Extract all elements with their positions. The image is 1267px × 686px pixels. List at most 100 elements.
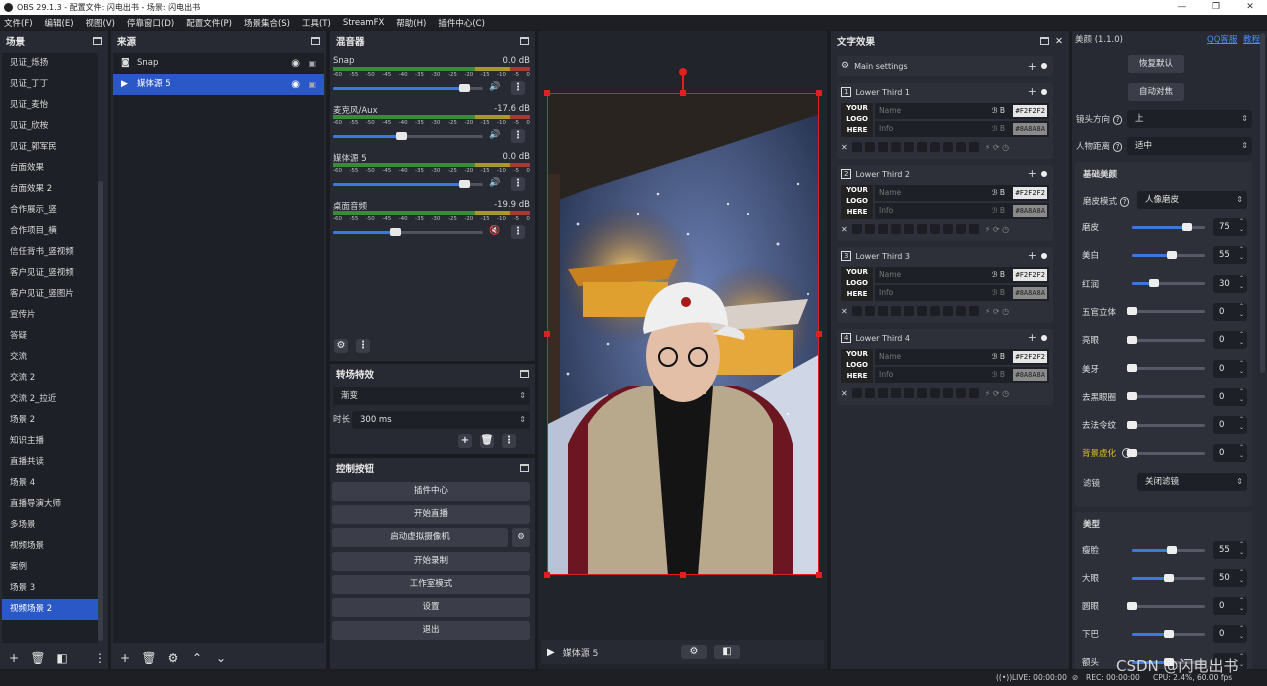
scene-item[interactable]: 多场景: [2, 515, 98, 536]
control-button[interactable]: 开始直播: [332, 505, 530, 524]
scene-item[interactable]: 客户见证_竖图片: [2, 284, 98, 305]
color-swatch[interactable]: #8A8A8A: [1013, 287, 1047, 299]
add-icon[interactable]: +: [1028, 331, 1037, 344]
style-slot[interactable]: [942, 142, 953, 152]
style-slot[interactable]: [955, 306, 966, 316]
style-slot[interactable]: [916, 306, 927, 316]
filter-select[interactable]: 关闭滤镜: [1137, 473, 1247, 491]
menu-item[interactable]: 工具(T): [302, 17, 331, 29]
transition-menu-button[interactable]: ⋮: [502, 434, 516, 448]
minimize-button[interactable]: —: [1165, 0, 1199, 15]
volume-knob[interactable]: [396, 132, 407, 140]
scene-item[interactable]: 见证_丁丁: [2, 74, 98, 95]
font-icons[interactable]: ℬ B: [992, 267, 1005, 283]
camera-direction-select[interactable]: 上: [1127, 110, 1252, 128]
style-slot[interactable]: [942, 224, 953, 234]
slider-value[interactable]: 0: [1213, 359, 1247, 378]
scene-item[interactable]: 见证_烁扬: [2, 53, 98, 74]
volume-slider[interactable]: [333, 180, 483, 188]
menu-item[interactable]: 插件中心(C): [438, 17, 485, 29]
name-input[interactable]: Name ℬ B #F2F2F2: [875, 349, 1049, 365]
auto-align-button[interactable]: 自动对焦: [1128, 83, 1184, 101]
style-slot[interactable]: [968, 388, 979, 398]
style-slot[interactable]: [955, 142, 966, 152]
font-icons[interactable]: ℬ B: [992, 349, 1005, 365]
slider-track[interactable]: [1127, 601, 1205, 610]
slider-track[interactable]: [1127, 420, 1205, 429]
volume-slider[interactable]: [333, 84, 483, 92]
style-slot[interactable]: [942, 388, 953, 398]
slider-value[interactable]: 0: [1213, 444, 1247, 463]
menu-item[interactable]: 编辑(E): [45, 17, 74, 29]
style-slot[interactable]: [942, 306, 953, 316]
volume-slider[interactable]: [333, 132, 483, 140]
qq-support-link[interactable]: QQ客服: [1207, 33, 1237, 45]
name-input[interactable]: Name ℬ B #F2F2F2: [875, 185, 1049, 201]
clear-icon[interactable]: ✕: [841, 143, 848, 152]
menu-item[interactable]: 文件(F): [4, 17, 33, 29]
info-input[interactable]: Info ℬ B #8A8A8A: [875, 121, 1049, 137]
font-icons[interactable]: ℬ B: [992, 203, 1005, 219]
float-icon[interactable]: [93, 37, 102, 45]
menu-item[interactable]: StreamFX: [343, 18, 384, 28]
float-icon[interactable]: [520, 464, 529, 472]
animation-icons[interactable]: ⚡ ⟳ ◷: [985, 307, 1009, 316]
main-settings-row[interactable]: ⚙ Main settings +: [837, 56, 1053, 76]
control-button[interactable]: 开始录制: [332, 552, 530, 571]
source-item[interactable]: ▶ 媒体源 5 ◉ ▣: [113, 74, 324, 95]
tutorial-link[interactable]: 教程: [1243, 33, 1260, 45]
slider-knob[interactable]: [1163, 573, 1174, 582]
slider-track[interactable]: [1127, 392, 1205, 401]
color-swatch[interactable]: #8A8A8A: [1013, 123, 1047, 135]
style-slot[interactable]: [877, 388, 888, 398]
font-icons[interactable]: ℬ B: [992, 185, 1005, 201]
muted-speaker-icon[interactable]: 🔇: [489, 226, 500, 236]
style-slot[interactable]: [903, 224, 914, 234]
style-slot[interactable]: [890, 388, 901, 398]
style-slot[interactable]: [955, 224, 966, 234]
resize-handle[interactable]: [544, 331, 550, 337]
source-item[interactable]: ◙ Snap ◉ ▣: [113, 53, 324, 74]
info-input[interactable]: Info ℬ B #8A8A8A: [875, 367, 1049, 383]
toggle-dot-icon[interactable]: [1041, 63, 1047, 69]
add-icon[interactable]: +: [1028, 60, 1037, 73]
slider-knob[interactable]: [1127, 420, 1137, 429]
style-slot[interactable]: [851, 224, 862, 234]
scene-item[interactable]: 台面效果: [2, 158, 98, 179]
scene-item[interactable]: 场景 4: [2, 473, 98, 494]
color-swatch[interactable]: #8A8A8A: [1013, 369, 1047, 381]
add-icon[interactable]: +: [1028, 85, 1037, 98]
move-up-icon[interactable]: ⌃: [189, 650, 205, 666]
scene-item[interactable]: 台面效果 2: [2, 179, 98, 200]
control-button[interactable]: 退出: [332, 621, 530, 640]
scene-item[interactable]: 见证_欣桉: [2, 116, 98, 137]
float-icon[interactable]: [1040, 37, 1050, 45]
scene-item[interactable]: 场景 3: [2, 578, 98, 599]
add-icon[interactable]: +: [1028, 249, 1037, 262]
slider-track[interactable]: [1132, 629, 1205, 638]
style-slot[interactable]: [916, 388, 927, 398]
volume-knob[interactable]: [459, 84, 470, 92]
style-slot[interactable]: [968, 306, 979, 316]
slider-knob[interactable]: [1148, 279, 1159, 288]
style-slot[interactable]: [968, 224, 979, 234]
scene-item[interactable]: 客户见证_竖视频: [2, 263, 98, 284]
scene-item[interactable]: 场景 2: [2, 410, 98, 431]
control-button[interactable]: 启动虚拟摄像机: [332, 528, 508, 547]
close-button[interactable]: ✕: [1233, 0, 1267, 15]
slider-value[interactable]: 0: [1213, 302, 1247, 321]
slider-value[interactable]: 50: [1213, 569, 1247, 587]
animation-icons[interactable]: ⚡ ⟳ ◷: [985, 143, 1009, 152]
slider-track[interactable]: [1127, 307, 1205, 316]
advanced-audio-gear-icon[interactable]: ⚙: [334, 339, 348, 353]
slider-value[interactable]: 0: [1213, 331, 1247, 350]
scene-item[interactable]: 见证_郭军民: [2, 137, 98, 158]
style-slot[interactable]: [890, 306, 901, 316]
add-transition-button[interactable]: +: [458, 434, 472, 448]
menu-item[interactable]: 场景集合(S): [244, 17, 290, 29]
speaker-icon[interactable]: 🔊: [489, 130, 500, 140]
style-slot[interactable]: [929, 388, 940, 398]
volume-slider[interactable]: [333, 228, 483, 236]
slider-track[interactable]: [1132, 279, 1205, 288]
name-input[interactable]: Name ℬ B #F2F2F2: [875, 103, 1049, 119]
